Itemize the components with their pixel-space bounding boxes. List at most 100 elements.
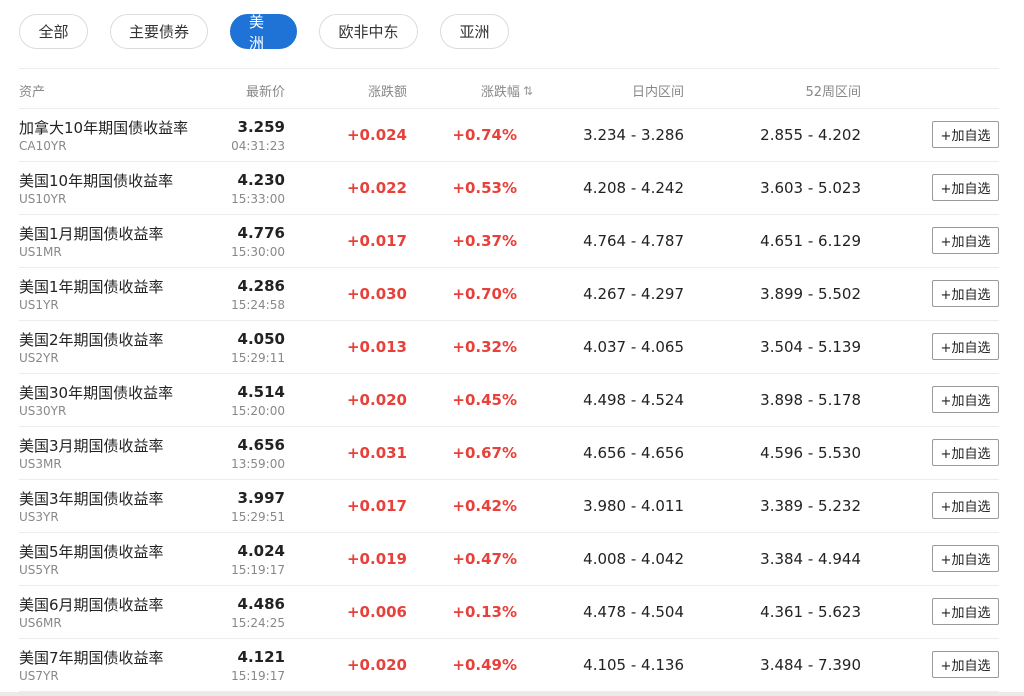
latest-price: 3.259 bbox=[237, 118, 285, 136]
asset-name[interactable]: 美国3年期国债收益率 bbox=[19, 488, 164, 509]
day-range: 4.267 - 4.297 bbox=[583, 285, 684, 303]
change-amount: +0.017 bbox=[346, 497, 407, 515]
table-row[interactable]: 美国10年期国债收益率 US10YR 4.230 15:33:00 +0.022 +0.5… bbox=[19, 162, 999, 215]
day-range: 4.656 - 4.656 bbox=[583, 444, 684, 462]
day-range: 4.764 - 4.787 bbox=[583, 232, 684, 250]
column-header-pct-label: 涨跌幅 bbox=[480, 85, 520, 100]
change-amount: +0.022 bbox=[346, 179, 407, 197]
asset-name[interactable]: 加拿大10年期国债收益率 bbox=[19, 117, 188, 138]
week-52-range: 2.855 - 4.202 bbox=[760, 126, 861, 144]
week-52-range: 3.384 - 4.944 bbox=[760, 550, 861, 568]
change-amount: +0.017 bbox=[346, 232, 407, 250]
table-row[interactable]: 美国3月期国债收益率 US3MR 4.656 13:59:00 +0.031 +0.67%… bbox=[19, 427, 999, 480]
tab-major-bonds[interactable]: 主要债券 bbox=[110, 14, 208, 49]
asset-name[interactable]: 美国30年期国债收益率 bbox=[19, 382, 173, 403]
change-percent: +0.32% bbox=[452, 338, 517, 356]
tab-emea[interactable]: 欧非中东 bbox=[319, 14, 418, 49]
change-amount: +0.020 bbox=[346, 656, 407, 674]
column-header-pct[interactable]: 涨跌幅 ⇅ bbox=[480, 81, 533, 101]
update-time: 15:19:17 bbox=[231, 563, 285, 577]
latest-price: 4.230 bbox=[237, 171, 285, 189]
update-time: 04:31:23 bbox=[231, 139, 285, 153]
asset-name[interactable]: 美国7年期国债收益率 bbox=[19, 647, 164, 668]
latest-price: 4.050 bbox=[237, 330, 285, 348]
change-percent: +0.45% bbox=[452, 391, 517, 409]
change-percent: +0.70% bbox=[452, 285, 517, 303]
bond-table: 资产 最新价 涨跌额 涨跌幅 ⇅ 日内区间 52周区间 加拿大10年期国债收益率… bbox=[19, 68, 999, 692]
asset-code: US3MR bbox=[19, 457, 62, 471]
add-watchlist-button[interactable]: +加自选 bbox=[932, 651, 999, 678]
latest-price: 4.024 bbox=[237, 542, 285, 560]
update-time: 15:33:00 bbox=[231, 192, 285, 206]
asset-name[interactable]: 美国6月期国债收益率 bbox=[19, 594, 164, 615]
update-time: 15:24:25 bbox=[231, 616, 285, 630]
change-amount: +0.006 bbox=[346, 603, 407, 621]
day-range: 3.234 - 3.286 bbox=[583, 126, 684, 144]
asset-code: US1YR bbox=[19, 298, 59, 312]
update-time: 15:30:00 bbox=[231, 245, 285, 259]
day-range: 4.105 - 4.136 bbox=[583, 656, 684, 674]
add-watchlist-button[interactable]: +加自选 bbox=[932, 121, 999, 148]
column-header-change[interactable]: 涨跌额 bbox=[368, 81, 407, 100]
asset-code: US30YR bbox=[19, 404, 67, 418]
latest-price: 4.486 bbox=[237, 595, 285, 613]
week-52-range: 3.389 - 5.232 bbox=[760, 497, 861, 515]
change-percent: +0.53% bbox=[452, 179, 517, 197]
asset-name[interactable]: 美国10年期国债收益率 bbox=[19, 170, 173, 191]
day-range: 4.478 - 4.504 bbox=[583, 603, 684, 621]
week-52-range: 3.603 - 5.023 bbox=[760, 179, 861, 197]
day-range: 4.208 - 4.242 bbox=[583, 179, 684, 197]
change-amount: +0.030 bbox=[346, 285, 407, 303]
week-52-range: 3.484 - 7.390 bbox=[760, 656, 861, 674]
change-amount: +0.013 bbox=[346, 338, 407, 356]
tab-all[interactable]: 全部 bbox=[19, 14, 88, 49]
latest-price: 4.776 bbox=[237, 224, 285, 242]
sort-icon[interactable]: ⇅ bbox=[523, 85, 533, 97]
update-time: 15:24:58 bbox=[231, 298, 285, 312]
asset-code: US3YR bbox=[19, 510, 59, 524]
add-watchlist-button[interactable]: +加自选 bbox=[932, 545, 999, 572]
day-range: 4.037 - 4.065 bbox=[583, 338, 684, 356]
table-row[interactable]: 美国1年期国债收益率 US1YR 4.286 15:24:58 +0.030 +0.70%… bbox=[19, 268, 999, 321]
latest-price: 4.656 bbox=[237, 436, 285, 454]
change-percent: +0.67% bbox=[452, 444, 517, 462]
week-52-range: 3.899 - 5.502 bbox=[760, 285, 861, 303]
week-52-range: 4.361 - 5.623 bbox=[760, 603, 861, 621]
add-watchlist-button[interactable]: +加自选 bbox=[932, 598, 999, 625]
add-watchlist-button[interactable]: +加自选 bbox=[932, 333, 999, 360]
asset-code: US7YR bbox=[19, 669, 59, 683]
table-row[interactable]: 美国7年期国债收益率 US7YR 4.121 15:19:17 +0.020 +0.49%… bbox=[19, 639, 999, 692]
table-row[interactable]: 加拿大10年期国债收益率 CA10YR 3.259 04:31:23 +0.024 +0.… bbox=[19, 109, 999, 162]
add-watchlist-button[interactable]: +加自选 bbox=[932, 492, 999, 519]
latest-price: 4.514 bbox=[237, 383, 285, 401]
add-watchlist-button[interactable]: +加自选 bbox=[932, 386, 999, 413]
asset-code: CA10YR bbox=[19, 139, 67, 153]
add-watchlist-button[interactable]: +加自选 bbox=[932, 439, 999, 466]
tab-asia[interactable]: 亚洲 bbox=[440, 14, 509, 49]
week-52-range: 4.651 - 6.129 bbox=[760, 232, 861, 250]
table-row[interactable]: 美国30年期国债收益率 US30YR 4.514 15:20:00 +0.020 +0.4… bbox=[19, 374, 999, 427]
update-time: 15:29:11 bbox=[231, 351, 285, 365]
asset-name[interactable]: 美国1年期国债收益率 bbox=[19, 276, 164, 297]
change-percent: +0.13% bbox=[452, 603, 517, 621]
column-header-52-week-range: 52周区间 bbox=[805, 85, 861, 100]
table-row[interactable]: 美国3年期国债收益率 US3YR 3.997 15:29:51 +0.017 +0.42%… bbox=[19, 480, 999, 533]
asset-code: US5YR bbox=[19, 563, 59, 577]
change-amount: +0.024 bbox=[346, 126, 407, 144]
asset-name[interactable]: 美国1月期国债收益率 bbox=[19, 223, 164, 244]
add-watchlist-button[interactable]: +加自选 bbox=[932, 174, 999, 201]
add-watchlist-button[interactable]: +加自选 bbox=[932, 227, 999, 254]
asset-name[interactable]: 美国5年期国债收益率 bbox=[19, 541, 164, 562]
table-row[interactable]: 美国5年期国债收益率 US5YR 4.024 15:19:17 +0.019 +0.47%… bbox=[19, 533, 999, 586]
table-row[interactable]: 美国6月期国债收益率 US6MR 4.486 15:24:25 +0.006 +0.13%… bbox=[19, 586, 999, 639]
tab-americas[interactable]: 美洲 bbox=[230, 13, 297, 52]
table-row[interactable]: 美国1月期国债收益率 US1MR 4.776 15:30:00 +0.017 +0.37%… bbox=[19, 215, 999, 268]
bottom-divider bbox=[0, 692, 1024, 696]
add-watchlist-button[interactable]: +加自选 bbox=[932, 280, 999, 307]
column-header-price[interactable]: 最新价 bbox=[246, 81, 285, 100]
latest-price: 4.121 bbox=[237, 648, 285, 666]
asset-name[interactable]: 美国3月期国债收益率 bbox=[19, 435, 164, 456]
change-amount: +0.020 bbox=[346, 391, 407, 409]
table-row[interactable]: 美国2年期国债收益率 US2YR 4.050 15:29:11 +0.013 +0.32%… bbox=[19, 321, 999, 374]
asset-name[interactable]: 美国2年期国债收益率 bbox=[19, 329, 164, 350]
